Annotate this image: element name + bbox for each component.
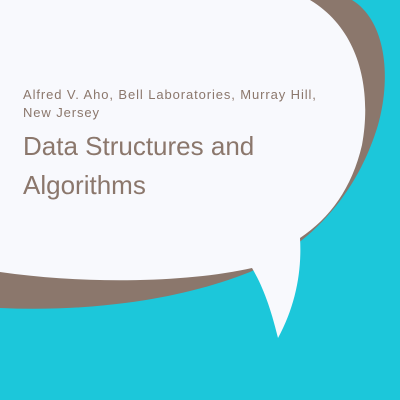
book-cover: Alfred V. Aho, Bell Laboratories, Murray… xyxy=(0,0,400,400)
cover-text: Alfred V. Aho, Bell Laboratories, Murray… xyxy=(23,86,323,205)
author-line: Alfred V. Aho, Bell Laboratories, Murray… xyxy=(23,87,317,120)
book-title: Data Structures and Algorithms xyxy=(23,131,255,200)
